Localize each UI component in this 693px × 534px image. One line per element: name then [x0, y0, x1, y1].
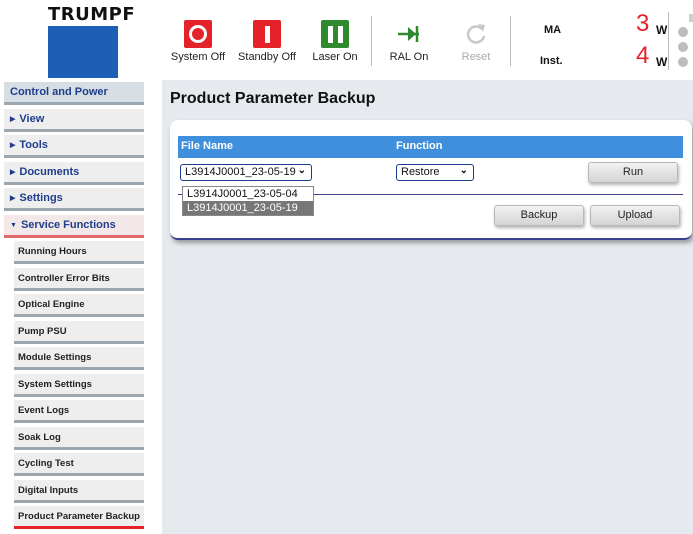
sidebar-subitem-soak-log[interactable]: Soak Log	[14, 426, 144, 450]
sidebar-item-tools[interactable]: ▶ Tools	[4, 135, 144, 158]
status-led	[678, 57, 688, 67]
laser-on-button[interactable]: Laser On	[310, 20, 360, 63]
standby-off-button[interactable]: Standby Off	[237, 20, 297, 63]
status-led	[678, 27, 688, 37]
sidebar-item-view[interactable]: ▶ View	[4, 108, 144, 132]
function-select[interactable]: Restore ⌄	[396, 164, 474, 181]
system-off-button[interactable]: System Off	[170, 20, 226, 63]
caret-right-icon: ▶	[10, 142, 16, 149]
caret-right-icon: ▶	[10, 195, 16, 202]
laser-on-icon	[321, 20, 349, 48]
power-value-ma: 3	[636, 10, 650, 37]
sidebar-item-service-functions[interactable]: ▼ Service Functions	[4, 214, 144, 238]
sidebar-subitem-module-settings[interactable]: Module Settings	[14, 347, 144, 370]
system-off-label: System Off	[170, 51, 226, 63]
reset-button[interactable]: Reset	[456, 20, 496, 63]
caret-right-icon: ▶	[10, 168, 16, 176]
power-off-icon	[184, 20, 212, 48]
dropdown-option-selected[interactable]: L3914J0001_23-05-19	[183, 201, 313, 215]
ma-label: MA	[544, 24, 562, 36]
logo-text: TRUMPF	[48, 4, 136, 25]
backup-button[interactable]: Backup	[494, 205, 584, 226]
table-header: File Name Function	[178, 136, 683, 158]
sidebar-subitem-cycling-test[interactable]: Cycling Test	[14, 453, 144, 476]
file-name-dropdown: L3914J0001_23-05-04 L3914J0001_23-05-19	[182, 186, 314, 216]
sidebar-item-settings[interactable]: ▶ Settings	[4, 188, 144, 211]
dropdown-option[interactable]: L3914J0001_23-05-04	[183, 187, 313, 201]
sidebar-subitem-digital-inputs[interactable]: Digital Inputs	[14, 479, 144, 503]
main-content: Product Parameter Backup File Name Funct…	[162, 80, 693, 534]
sidebar-subitem-optical-engine[interactable]: Optical Engine	[14, 294, 144, 317]
sidebar-subitem-pump-psu[interactable]: Pump PSU	[14, 320, 144, 344]
sidebar-item-documents[interactable]: ▶ Documents	[4, 161, 144, 185]
laser-on-label: Laser On	[312, 51, 358, 63]
toolbar-divider	[371, 16, 372, 66]
column-function: Function	[396, 140, 443, 152]
ral-on-label: RAL On	[389, 51, 429, 63]
sidebar-subitem-running-hours[interactable]: Running Hours	[14, 241, 144, 264]
status-led	[678, 42, 688, 52]
sidebar-subitem-system-settings[interactable]: System Settings	[14, 373, 144, 397]
caret-down-icon: ▼	[10, 221, 17, 229]
sidebar: Control and Power ▶ View ▶ Tools ▶ Document…	[4, 82, 144, 533]
inst-label: Inst.	[540, 55, 563, 67]
power-unit-inst: W	[656, 55, 668, 69]
sidebar-subitem-product-parameter-backup[interactable]: Product Parameter Backup	[14, 506, 144, 529]
file-name-select[interactable]: L3914J0001_23-05-19 ⌄	[180, 164, 312, 181]
column-file-name: File Name	[181, 140, 233, 152]
backup-panel: File Name Function L3914J0001_23-05-19 ⌄…	[170, 120, 692, 240]
toolbar-divider	[510, 16, 511, 66]
sidebar-subitem-controller-error-bits[interactable]: Controller Error Bits	[14, 267, 144, 291]
status-indicator	[689, 14, 693, 22]
trumpf-logo: TRUMPF	[48, 4, 136, 78]
caret-right-icon: ▶	[10, 115, 16, 123]
reset-icon	[462, 20, 490, 48]
reset-label: Reset	[461, 51, 491, 63]
ral-on-button[interactable]: RAL On	[386, 20, 432, 63]
upload-button[interactable]: Upload	[590, 205, 680, 226]
ral-arrow-icon	[395, 20, 423, 48]
chevron-down-icon: ⌄	[459, 165, 468, 176]
power-value-inst: 4	[636, 42, 650, 69]
logo-block	[48, 26, 118, 78]
run-button[interactable]: Run	[588, 162, 678, 183]
page-title: Product Parameter Backup	[170, 90, 376, 107]
standby-off-label: Standby Off	[238, 51, 296, 63]
sidebar-subitem-event-logs[interactable]: Event Logs	[14, 400, 144, 423]
sidebar-item-control-and-power[interactable]: Control and Power	[4, 82, 144, 105]
power-unit-ma: W	[656, 23, 668, 37]
standby-icon	[253, 20, 281, 48]
status-divider	[668, 12, 669, 70]
chevron-down-icon: ⌄	[297, 165, 306, 176]
